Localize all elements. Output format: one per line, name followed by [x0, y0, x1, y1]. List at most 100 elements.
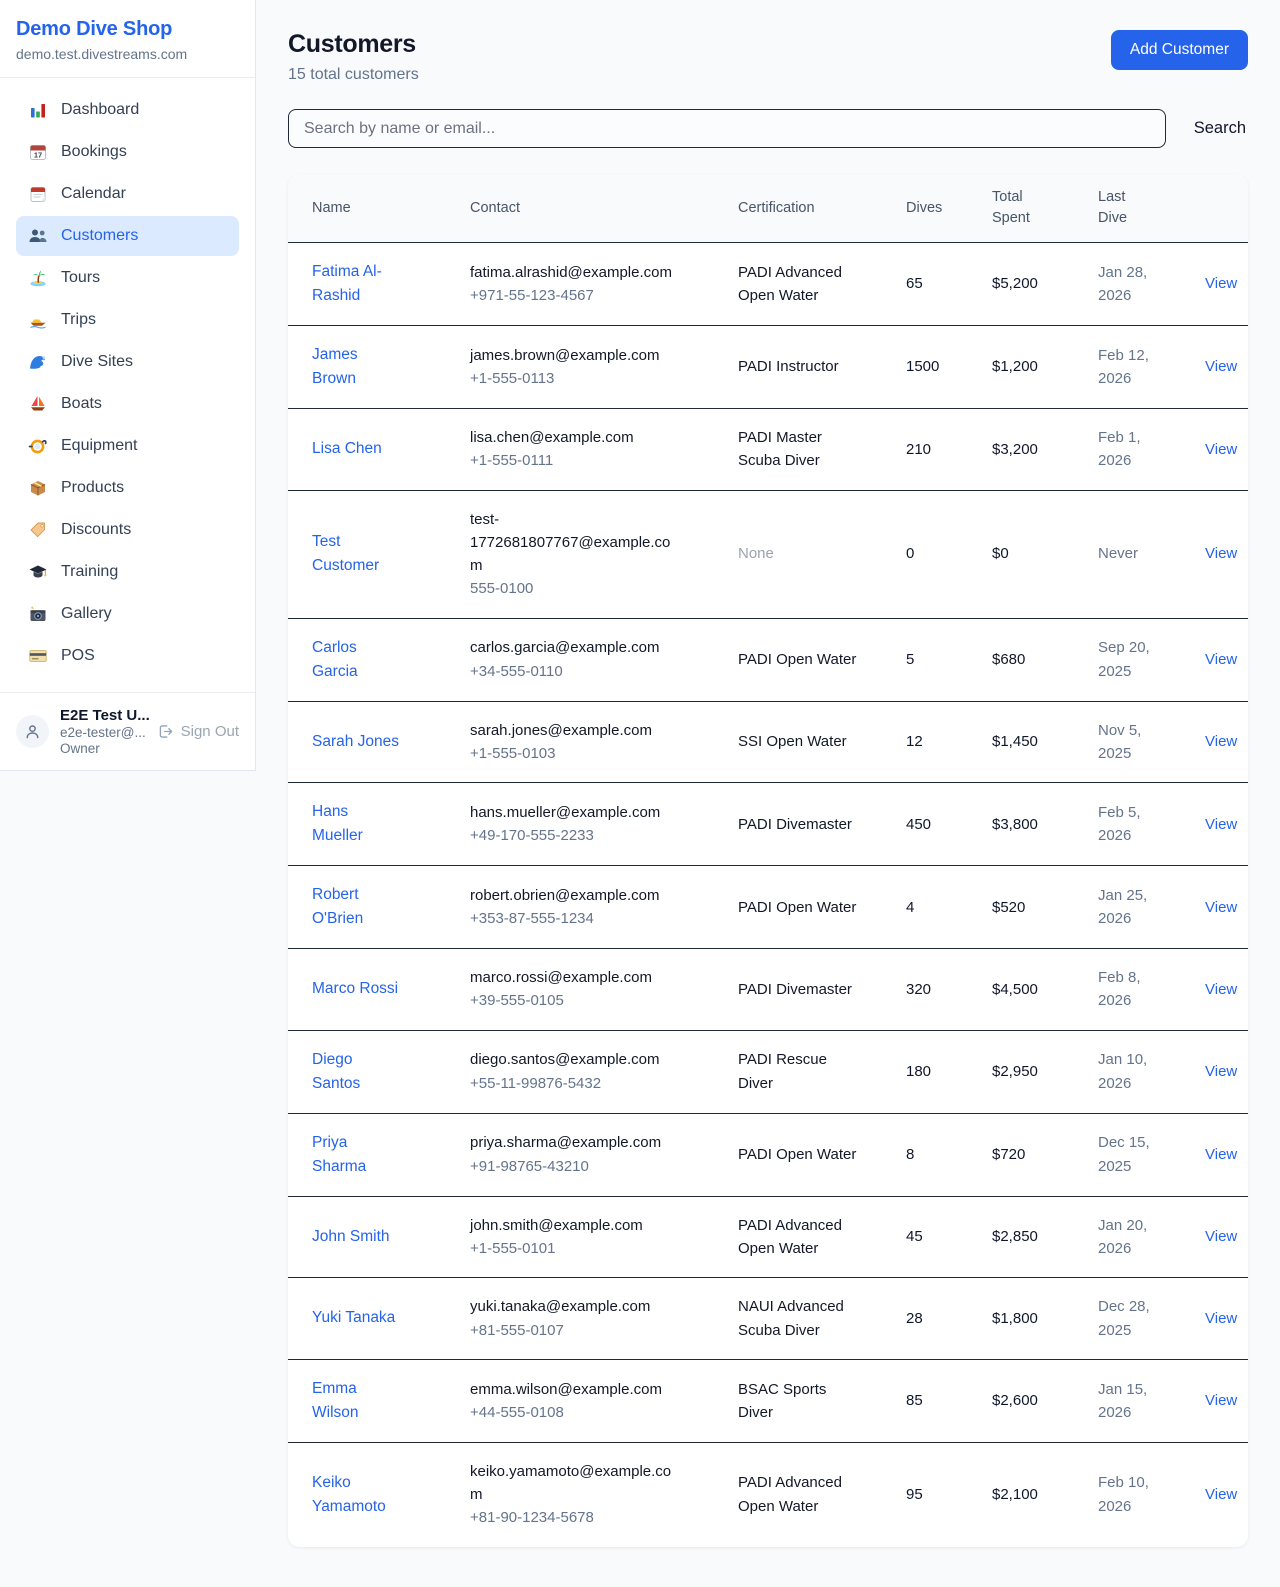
- customer-dives: 450: [894, 783, 980, 866]
- view-customer-link[interactable]: View: [1205, 1486, 1237, 1503]
- customer-name-link[interactable]: Sarah Jones: [312, 730, 399, 754]
- sidebar-item-calendar[interactable]: Calendar: [16, 174, 239, 214]
- tear-off-calendar-icon: [28, 184, 48, 204]
- customer-name-link[interactable]: Hans Mueller: [312, 800, 400, 848]
- customer-last-dive: Dec 28, 2025: [1098, 1295, 1158, 1342]
- sidebar-item-discounts[interactable]: Discounts: [16, 510, 239, 550]
- sidebar-nav: Dashboard Bookings Calendar Customers: [0, 78, 255, 692]
- sidebar-item-products[interactable]: Products: [16, 468, 239, 508]
- customer-certification: PADI Divemaster: [738, 813, 852, 836]
- customer-name-link[interactable]: Emma Wilson: [312, 1377, 400, 1425]
- customer-row-priya-sharma: Priya Sharma priya.sharma@example.com +9…: [288, 1113, 1248, 1196]
- sidebar-item-boats[interactable]: Boats: [16, 384, 239, 424]
- customer-last-dive: Never: [1098, 542, 1138, 565]
- brand: Demo Dive Shop demo.test.divestreams.com: [0, 0, 255, 78]
- user-role: Owner: [60, 741, 146, 756]
- calendar-icon: [28, 142, 48, 162]
- credit-card-icon: [28, 646, 48, 666]
- customer-row-james-brown: James Brown james.brown@example.com +1-5…: [288, 326, 1248, 409]
- customer-total-spent: $3,800: [980, 783, 1086, 866]
- customer-dives: 1500: [894, 326, 980, 409]
- customer-certification: None: [738, 542, 774, 565]
- view-customer-link[interactable]: View: [1205, 899, 1237, 916]
- customer-certification: PADI Open Water: [738, 896, 856, 919]
- customer-row-diego-santos: Diego Santos diego.santos@example.com +5…: [288, 1030, 1248, 1113]
- customer-name-link[interactable]: Keiko Yamamoto: [312, 1471, 400, 1519]
- sidebar-item-gallery[interactable]: Gallery: [16, 594, 239, 634]
- view-customer-link[interactable]: View: [1205, 1228, 1237, 1245]
- sidebar-item-equipment[interactable]: Equipment: [16, 426, 239, 466]
- customer-last-dive: Sep 20, 2025: [1098, 636, 1158, 683]
- person-icon: [23, 722, 42, 741]
- customer-name-link[interactable]: Lisa Chen: [312, 437, 382, 461]
- view-customer-link[interactable]: View: [1205, 1392, 1237, 1409]
- customer-email: sarah.jones@example.com: [470, 719, 652, 742]
- view-customer-link[interactable]: View: [1205, 358, 1237, 375]
- sidebar-item-label: Calendar: [61, 185, 126, 203]
- customer-row-emma-wilson: Emma Wilson emma.wilson@example.com +44-…: [288, 1359, 1248, 1442]
- column-header-name: Name: [288, 174, 458, 243]
- view-customer-link[interactable]: View: [1205, 651, 1237, 668]
- sidebar-item-dashboard[interactable]: Dashboard: [16, 90, 239, 130]
- customer-name-link[interactable]: Priya Sharma: [312, 1131, 400, 1179]
- view-customer-link[interactable]: View: [1205, 545, 1237, 562]
- brand-title[interactable]: Demo Dive Shop: [16, 18, 239, 41]
- view-customer-link[interactable]: View: [1205, 733, 1237, 750]
- customer-name-link[interactable]: Carlos Garcia: [312, 636, 400, 684]
- customer-certification: PADI Advanced Open Water: [738, 1471, 862, 1518]
- customer-row-test-customer: Test Customer test-1772681807767@example…: [288, 490, 1248, 618]
- sidebar-item-dive-sites[interactable]: Dive Sites: [16, 342, 239, 382]
- column-header-contact: Contact: [458, 174, 726, 243]
- customer-email: keiko.yamamoto@example.com: [470, 1460, 682, 1507]
- customer-row-lisa-chen: Lisa Chen lisa.chen@example.com +1-555-0…: [288, 409, 1248, 491]
- graduation-cap-icon: [28, 562, 48, 582]
- sidebar-item-bookings[interactable]: Bookings: [16, 132, 239, 172]
- customer-row-keiko-yamamoto: Keiko Yamamoto keiko.yamamoto@example.co…: [288, 1442, 1248, 1546]
- sidebar-item-label: Products: [61, 479, 124, 497]
- search-button[interactable]: Search: [1192, 115, 1248, 142]
- view-customer-link[interactable]: View: [1205, 981, 1237, 998]
- sign-out-button[interactable]: Sign Out: [157, 723, 239, 740]
- view-customer-link[interactable]: View: [1205, 816, 1237, 833]
- view-customer-link[interactable]: View: [1205, 275, 1237, 292]
- customer-name-link[interactable]: Marco Rossi: [312, 977, 398, 1001]
- user-email: e2e-tester@...: [60, 725, 146, 740]
- customer-email: john.smith@example.com: [470, 1214, 643, 1237]
- add-customer-button[interactable]: Add Customer: [1111, 30, 1248, 70]
- sign-out-label: Sign Out: [181, 723, 239, 740]
- customer-total-spent: $680: [980, 618, 1086, 701]
- view-customer-link[interactable]: View: [1205, 441, 1237, 458]
- sidebar-item-label: Dashboard: [61, 101, 139, 119]
- search-input[interactable]: [288, 109, 1166, 148]
- customer-row-marco-rossi: Marco Rossi marco.rossi@example.com +39-…: [288, 949, 1248, 1031]
- customer-name-link[interactable]: James Brown: [312, 343, 400, 391]
- view-customer-link[interactable]: View: [1205, 1146, 1237, 1163]
- sidebar-item-tours[interactable]: Tours: [16, 258, 239, 298]
- customer-name-link[interactable]: Fatima Al-Rashid: [312, 260, 400, 308]
- sidebar-item-trips[interactable]: Trips: [16, 300, 239, 340]
- sidebar-item-customers[interactable]: Customers: [16, 216, 239, 256]
- customer-phone: +81-90-1234-5678: [470, 1506, 714, 1529]
- customer-total-spent: $1,200: [980, 326, 1086, 409]
- view-customer-link[interactable]: View: [1205, 1310, 1237, 1327]
- customer-certification: PADI Advanced Open Water: [738, 261, 862, 308]
- customers-table: Name Contact Certification Dives Total S…: [288, 174, 1248, 1547]
- customer-name-link[interactable]: Robert O'Brien: [312, 883, 400, 931]
- customer-name-link[interactable]: Yuki Tanaka: [312, 1306, 395, 1330]
- customer-row-hans-mueller: Hans Mueller hans.mueller@example.com +4…: [288, 783, 1248, 866]
- customer-name-link[interactable]: Test Customer: [312, 530, 400, 578]
- customer-dives: 8: [894, 1113, 980, 1196]
- people-icon: [28, 226, 48, 246]
- sidebar-item-training[interactable]: Training: [16, 552, 239, 592]
- customer-name-link[interactable]: Diego Santos: [312, 1048, 400, 1096]
- customer-phone: +55-11-99876-5432: [470, 1072, 714, 1095]
- sidebar-item-pos[interactable]: POS: [16, 636, 239, 676]
- customer-certification: PADI Instructor: [738, 355, 839, 378]
- customer-email: diego.santos@example.com: [470, 1048, 660, 1071]
- customer-email: james.brown@example.com: [470, 344, 659, 367]
- customer-name-link[interactable]: John Smith: [312, 1225, 390, 1249]
- customer-phone: +44-555-0108: [470, 1401, 714, 1424]
- customer-total-spent: $2,850: [980, 1196, 1086, 1278]
- customer-total-spent: $3,200: [980, 409, 1086, 491]
- view-customer-link[interactable]: View: [1205, 1063, 1237, 1080]
